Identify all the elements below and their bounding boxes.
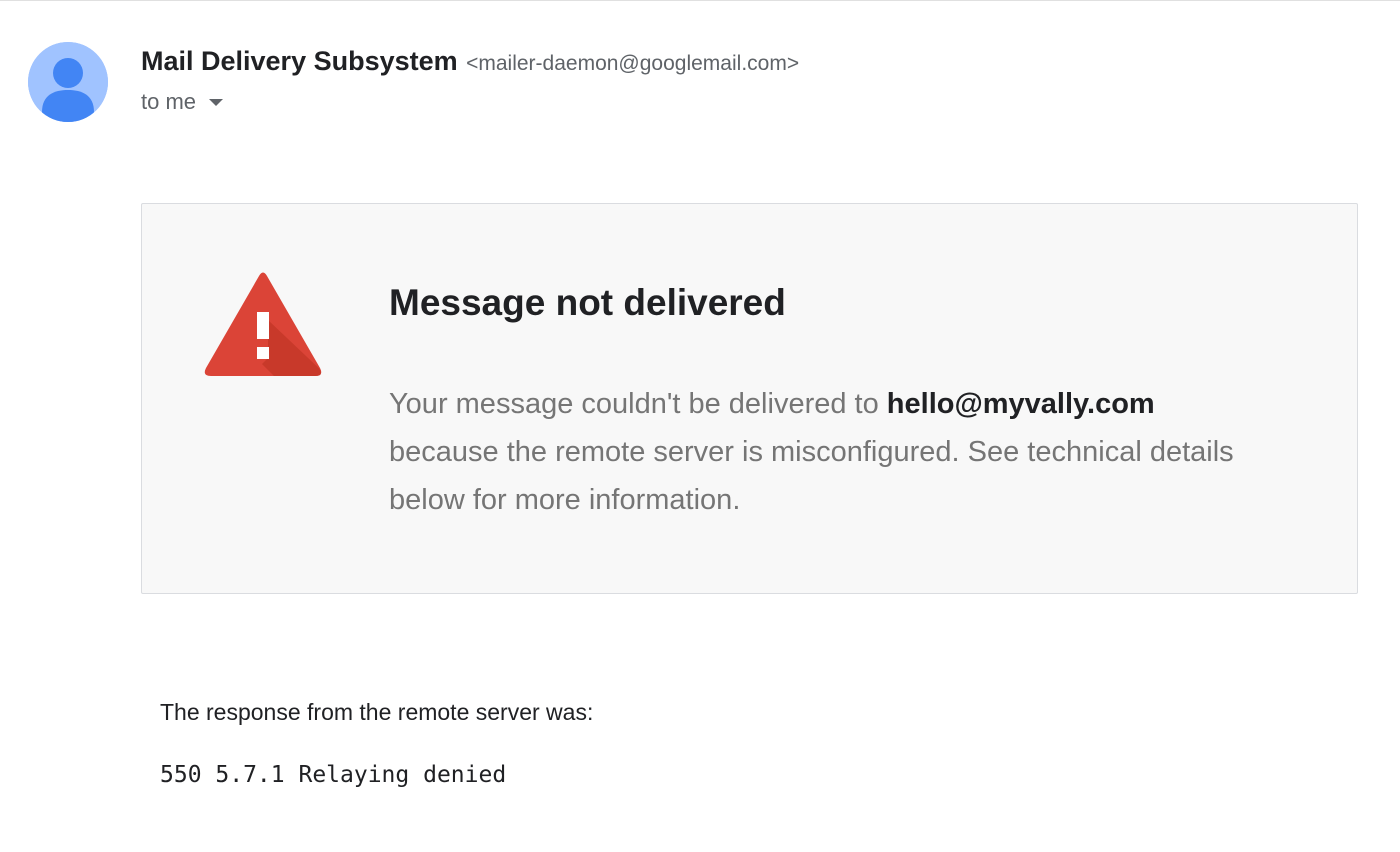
response-label: The response from the remote server was: xyxy=(160,699,594,725)
warning-triangle-icon xyxy=(202,270,324,380)
sender-name[interactable]: Mail Delivery Subsystem xyxy=(141,46,458,76)
card-title: Message not delivered xyxy=(389,282,786,323)
sender-avatar[interactable] xyxy=(28,42,108,122)
message-prefix: Your message couldn't be delivered to xyxy=(389,388,887,420)
email-view: Mail Delivery Subsystem <mailer-daemon@g… xyxy=(0,0,1400,852)
delivery-failure-card: Message not delivered Your message could… xyxy=(141,203,1358,594)
recipient-line: to me xyxy=(141,88,228,116)
sender-email: <mailer-daemon@googlemail.com> xyxy=(466,52,800,75)
caret-down-icon xyxy=(209,99,224,106)
sender-line: Mail Delivery Subsystem <mailer-daemon@g… xyxy=(141,44,799,83)
top-divider xyxy=(0,0,1400,1)
show-details-button[interactable] xyxy=(204,90,228,114)
message-suffix: because the remote server is misconfigur… xyxy=(389,436,1234,516)
recipient-address: hello@myvally.com xyxy=(886,388,1155,420)
recipient-label: to me xyxy=(141,89,197,114)
card-message: Your message couldn't be delivered to he… xyxy=(389,380,1249,524)
response-code: 550 5.7.1 Relaying denied xyxy=(160,762,507,788)
person-avatar-icon xyxy=(28,42,108,122)
